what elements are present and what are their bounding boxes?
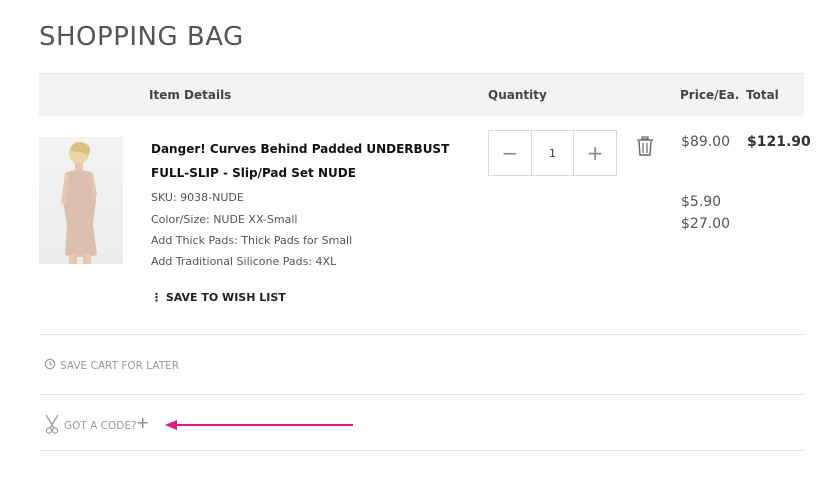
increase-quantity-button[interactable]: + <box>574 131 616 175</box>
product-image[interactable] <box>39 137 123 264</box>
history-icon <box>44 358 56 373</box>
got-a-code-label: GOT A CODE? <box>64 419 137 432</box>
header-item-details: Item Details <box>149 88 232 102</box>
header-price-each: Price/Ea. <box>680 88 740 102</box>
addon-price-1: $5.90 <box>681 194 722 210</box>
quantity-stepper: − 1 + <box>488 130 617 176</box>
product-thick-pads: Add Thick Pads: Thick Pads for Small <box>151 234 353 247</box>
save-to-wish-list-link[interactable]: ⋮ SAVE TO WISH LIST <box>151 291 286 304</box>
scissors-icon <box>44 414 60 437</box>
divider <box>39 334 804 335</box>
product-color-size: Color/Size: NUDE XX-Small <box>151 213 298 226</box>
quantity-value[interactable]: 1 <box>530 131 575 175</box>
got-a-code-toggle[interactable]: GOT A CODE? <box>44 414 137 437</box>
save-cart-for-later-link[interactable]: SAVE CART FOR LATER <box>44 358 179 373</box>
page-title: SHOPPING BAG <box>39 22 244 52</box>
product-name[interactable]: Danger! Curves Behind Padded UNDERBUST F… <box>151 137 481 185</box>
trash-icon[interactable] <box>636 136 654 156</box>
divider <box>39 394 804 395</box>
annotation-arrow <box>165 417 355 437</box>
divider <box>39 450 804 451</box>
header-total: Total <box>746 88 779 102</box>
price-each: $89.00 <box>681 134 730 150</box>
header-quantity: Quantity <box>488 88 547 102</box>
addon-price-2: $27.00 <box>681 216 730 232</box>
product-sku: SKU: 9038-NUDE <box>151 191 244 204</box>
decrease-quantity-button[interactable]: − <box>489 131 531 175</box>
product-silicone-pads: Add Traditional Silicone Pads: 4XL <box>151 255 337 268</box>
expand-code-plus-icon[interactable]: + <box>136 413 149 432</box>
save-cart-label: SAVE CART FOR LATER <box>60 359 180 372</box>
cart-table-header: Item Details Quantity Price/Ea. Total <box>39 73 804 116</box>
line-total: $121.90 <box>747 134 811 150</box>
